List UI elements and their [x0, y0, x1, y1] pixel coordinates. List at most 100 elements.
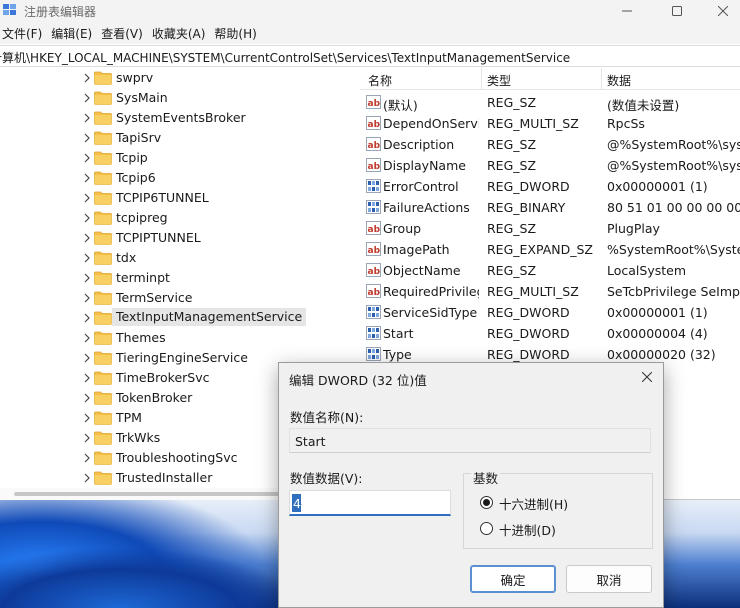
chevron-right-icon[interactable] — [82, 372, 92, 384]
menu-edit[interactable]: 编辑(E) — [49, 25, 99, 42]
folder-icon — [94, 451, 112, 465]
value-row[interactable]: Start REG_DWORD 0x00000004 (4) — [360, 323, 740, 344]
value-data: %SystemRoot%\System32 — [607, 242, 740, 257]
scrollbar-thumb[interactable] — [14, 492, 314, 496]
tree-item[interactable]: SystemEventsBroker — [0, 108, 349, 128]
value-row[interactable]: abDescription REG_SZ @%SystemRoot%\system3… — [360, 134, 740, 155]
ok-button[interactable]: 确定 — [470, 565, 556, 593]
value-row[interactable]: ab Group REG_SZ PlugPlay — [360, 218, 740, 239]
chevron-right-icon[interactable] — [82, 472, 92, 484]
svg-text:ab: ab — [368, 246, 381, 256]
chevron-right-icon[interactable] — [82, 312, 92, 324]
chevron-right-icon[interactable] — [82, 272, 92, 284]
menu-bar: 文件(F) 编辑(E) 查看(V) 收藏夹(A) 帮助(H) — [0, 22, 740, 44]
column-divider[interactable] — [601, 68, 602, 90]
radio-decimal[interactable] — [480, 522, 493, 535]
tree-item[interactable]: tdx — [0, 248, 349, 268]
chevron-right-icon[interactable] — [82, 332, 92, 344]
string-value-icon: ab — [366, 95, 381, 109]
maximize-button[interactable] — [654, 0, 700, 22]
tree-item[interactable]: TCPIPTUNNEL — [0, 228, 349, 248]
chevron-right-icon[interactable] — [82, 352, 92, 364]
menu-view[interactable]: 查看(V) — [99, 25, 150, 42]
chevron-right-icon[interactable] — [82, 412, 92, 424]
chevron-right-icon[interactable] — [82, 432, 92, 444]
minimize-button[interactable] — [604, 0, 650, 22]
value-row[interactable]: FailureActions REG_BINARY 80 51 01 00 00 0… — [360, 197, 740, 218]
value-row[interactable]: abDisplayName REG_SZ @%SystemRoot%\system3… — [360, 155, 740, 176]
chevron-right-icon[interactable] — [82, 212, 92, 224]
value-name: RequiredPrivileges — [383, 284, 479, 299]
tree-item[interactable]: TapiSrv — [0, 128, 349, 148]
tree-item[interactable]: tcpipreg — [0, 208, 349, 228]
tree-item[interactable]: swprv — [0, 68, 349, 88]
radio-hexadecimal-label[interactable]: 十六进制(H) — [499, 494, 568, 513]
tree-item-label: TCPIPTUNNEL — [116, 230, 201, 245]
column-type[interactable]: 类型 — [487, 72, 511, 89]
column-divider[interactable] — [481, 68, 482, 90]
value-data: @%SystemRoot%\system32 — [607, 158, 740, 173]
menu-file[interactable]: 文件(F) — [0, 25, 49, 42]
tree-item[interactable]: SysMain — [0, 88, 349, 108]
chevron-right-icon[interactable] — [82, 232, 92, 244]
value-data: (数值未设置) — [607, 98, 680, 113]
value-list-header: 名称 类型 数据 — [360, 68, 740, 90]
chevron-right-icon[interactable] — [82, 452, 92, 464]
value-row[interactable]: abDependOnService REG_MULTI_SZ RpcSs — [360, 113, 740, 134]
chevron-right-icon[interactable] — [82, 132, 92, 144]
base-group-title: 基数 — [471, 468, 501, 487]
value-row[interactable]: ab ObjectName REG_SZ LocalSystem — [360, 260, 740, 281]
string-value-icon: ab — [366, 158, 381, 172]
value-name: ObjectName — [383, 263, 461, 278]
column-name[interactable]: 名称 — [368, 72, 392, 89]
value-data: 0x00000004 (4) — [607, 326, 708, 341]
string-value-icon: ab — [366, 263, 381, 277]
chevron-right-icon[interactable] — [82, 112, 92, 124]
chevron-right-icon[interactable] — [82, 172, 92, 184]
value-row[interactable]: ab ImagePath REG_EXPAND_SZ %SystemRoot%\Sys… — [360, 239, 740, 260]
selected-value-text: 4 — [293, 496, 301, 511]
tree-item[interactable]: Themes — [0, 328, 349, 348]
cancel-button[interactable]: 取消 — [566, 565, 652, 593]
value-data-input[interactable] — [289, 490, 451, 516]
value-row[interactable]: abRequiredPrivileges REG_MULTI_SZ SeTcbPri… — [360, 281, 740, 302]
radio-decimal-label[interactable]: 十进制(D) — [499, 520, 556, 539]
folder-icon — [94, 231, 112, 245]
tree-item[interactable]: TextInputManagementService — [0, 308, 349, 328]
folder-icon — [94, 111, 112, 125]
value-row[interactable]: ServiceSidType REG_DWORD 0x00000001 (1) — [360, 302, 740, 323]
value-data: 0x00000001 (1) — [607, 179, 708, 194]
tree-item-label: TCPIP6TUNNEL — [116, 190, 209, 205]
address-bar[interactable]: 计算机\HKEY_LOCAL_MACHINE\SYSTEM\CurrentCon… — [0, 45, 740, 67]
chevron-right-icon[interactable] — [82, 92, 92, 104]
chevron-right-icon[interactable] — [82, 152, 92, 164]
folder-icon — [94, 371, 112, 385]
menu-favorites[interactable]: 收藏夹(A) — [150, 25, 213, 42]
folder-icon — [94, 91, 112, 105]
dialog-close-button[interactable] — [635, 367, 659, 387]
value-name: ImagePath — [383, 242, 450, 257]
value-name: FailureActions — [383, 200, 470, 215]
tree-item[interactable]: TermService — [0, 288, 349, 308]
value-type: REG_EXPAND_SZ — [487, 242, 593, 257]
string-value-icon: ab — [366, 242, 381, 256]
column-data[interactable]: 数据 — [607, 72, 631, 89]
tree-item[interactable]: terminpt — [0, 268, 349, 288]
chevron-right-icon[interactable] — [82, 252, 92, 264]
chevron-right-icon[interactable] — [82, 72, 92, 84]
radio-hexadecimal[interactable] — [480, 496, 493, 509]
close-window-button[interactable] — [700, 0, 740, 22]
value-row[interactable]: ab (默认) REG_SZ (数值未设置) — [360, 92, 740, 113]
tree-item[interactable]: Tcpip6 — [0, 168, 349, 188]
menu-help[interactable]: 帮助(H) — [212, 25, 263, 42]
value-row[interactable]: ErrorControl REG_DWORD 0x00000001 (1) — [360, 176, 740, 197]
string-value-icon: ab — [366, 137, 381, 151]
chevron-right-icon[interactable] — [82, 192, 92, 204]
value-name-text: Start — [295, 434, 326, 449]
tree-item[interactable]: Tcpip — [0, 148, 349, 168]
tree-item[interactable]: TCPIP6TUNNEL — [0, 188, 349, 208]
value-type: REG_DWORD — [487, 326, 570, 341]
window-title: 注册表编辑器 — [24, 5, 97, 19]
chevron-right-icon[interactable] — [82, 392, 92, 404]
chevron-right-icon[interactable] — [82, 292, 92, 304]
